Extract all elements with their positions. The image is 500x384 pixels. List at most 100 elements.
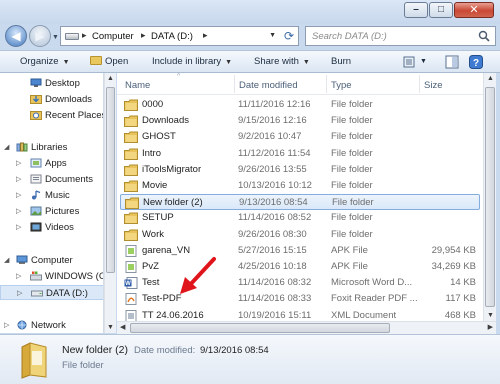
expand-arrow-icon[interactable]: ▷: [16, 272, 21, 280]
scroll-up-icon[interactable]: ▲: [487, 75, 494, 82]
file-name: 0000: [142, 99, 164, 110]
file-row[interactable]: GHOST 9/2/2016 10:47 File folder: [120, 129, 480, 145]
address-history-dropdown[interactable]: ▼: [269, 32, 276, 39]
view-options-icon[interactable]: [402, 54, 418, 70]
file-date-modified: 9/26/2016 08:30: [238, 228, 307, 240]
column-divider[interactable]: [234, 75, 235, 93]
nav-item-apps[interactable]: ▷ Apps: [0, 156, 103, 171]
file-row[interactable]: iToolsMigrator 9/26/2016 13:55 File folder: [120, 162, 480, 178]
open-button[interactable]: Open: [90, 56, 128, 67]
nav-item-desktop[interactable]: Desktop: [0, 76, 103, 91]
column-divider[interactable]: [326, 75, 327, 93]
nav-item-music[interactable]: ▷ Music: [0, 188, 103, 203]
expand-arrow-icon[interactable]: ▷: [16, 223, 21, 231]
file-type: File folder: [331, 212, 373, 224]
scroll-right-icon[interactable]: ▶: [488, 323, 493, 331]
documents-icon: [30, 174, 42, 184]
file-row[interactable]: New folder (2) 9/13/2016 08:54 File folder: [120, 194, 480, 211]
organize-button[interactable]: Organize ▼: [20, 56, 70, 67]
nav-item-computer[interactable]: ◢ Computer: [0, 253, 103, 268]
nav-item-pictures[interactable]: ▷ Pictures: [0, 204, 103, 219]
help-icon[interactable]: ?: [468, 54, 484, 70]
windows-drive-icon: [30, 271, 42, 281]
sort-chevron-icon: ^: [177, 73, 181, 80]
burn-label: Burn: [331, 56, 352, 67]
file-name: iToolsMigrator: [142, 163, 202, 175]
expand-arrow-icon[interactable]: ▷: [16, 159, 21, 167]
forward-button[interactable]: ▶: [29, 25, 51, 47]
desktop-icon: [30, 78, 42, 87]
nav-item-videos[interactable]: ▷ Videos: [0, 220, 103, 235]
close-button[interactable]: ✕: [454, 2, 494, 18]
drive-icon: [31, 290, 43, 297]
file-row[interactable]: Test-PDF 11/14/2016 08:33 Foxit Reader PDF…: [120, 291, 480, 307]
scroll-left-icon[interactable]: ◀: [120, 323, 125, 331]
file-type: File folder: [331, 228, 373, 240]
nav-item-downloads[interactable]: Downloads: [0, 92, 103, 107]
scrollbar-thumb[interactable]: [106, 87, 115, 273]
nav-item-libraries[interactable]: ◢ Libraries: [0, 140, 103, 155]
chevron-down-icon: ▼: [62, 59, 70, 66]
file-row[interactable]: garena_VN 5/27/2016 15:15 APK File 29,954 K…: [120, 243, 480, 259]
scroll-down-icon[interactable]: ▼: [107, 324, 114, 331]
column-header-date-modified[interactable]: Date modified: [239, 80, 298, 91]
file-type: XML Document: [331, 309, 397, 321]
burn-button[interactable]: Burn: [331, 56, 351, 67]
maximize-button[interactable]: □: [429, 2, 453, 18]
scroll-down-icon[interactable]: ▼: [487, 312, 494, 319]
column-header-type[interactable]: Type: [331, 80, 352, 91]
expand-arrow-icon[interactable]: ▷: [4, 321, 9, 329]
nav-item-recent-places[interactable]: Recent Places: [0, 108, 103, 123]
nav-item-label: Apps: [45, 158, 67, 169]
nav-item-documents[interactable]: ▷ Documents: [0, 172, 103, 187]
column-header-name[interactable]: Name: [125, 80, 150, 91]
scroll-up-icon[interactable]: ▲: [107, 75, 114, 82]
file-row[interactable]: W Test 11/14/2016 08:32 Microsoft Word D...…: [120, 275, 480, 291]
expand-arrow-icon[interactable]: ▷: [16, 191, 21, 199]
view-options-dropdown[interactable]: ▼: [420, 58, 427, 65]
nav-item-data-drive[interactable]: ▷ DATA (D:): [0, 285, 103, 300]
breadcrumb-data-drive[interactable]: DATA (D:): [151, 31, 193, 42]
title-bar: – □ ✕: [0, 0, 500, 24]
breadcrumb-computer[interactable]: Computer: [92, 31, 134, 42]
file-date-modified: 11/14/2016 08:33: [238, 293, 312, 305]
back-button[interactable]: ◀: [5, 25, 27, 47]
file-list-vertical-scrollbar[interactable]: ▲ ▼: [483, 73, 496, 321]
collapse-arrow-icon[interactable]: ◢: [4, 256, 9, 264]
include-in-library-button[interactable]: Include in library ▼: [152, 56, 232, 67]
address-bar[interactable]: ▸ Computer ▸ DATA (D:) ▸ ▼ ⟳: [60, 26, 299, 46]
file-list-horizontal-scrollbar[interactable]: ◀ ▶: [117, 321, 496, 334]
breadcrumb-separator-icon[interactable]: ▸: [141, 30, 146, 41]
refresh-icon[interactable]: ⟳: [284, 29, 294, 43]
breadcrumb-separator-icon[interactable]: ▸: [203, 30, 208, 41]
expand-arrow-icon[interactable]: ▷: [17, 289, 22, 297]
file-row[interactable]: 0000 11/11/2016 12:16 File folder: [120, 97, 480, 113]
file-row[interactable]: Intro 11/12/2016 11:54 File folder: [120, 146, 480, 162]
expand-arrow-icon[interactable]: ▷: [16, 207, 21, 215]
breadcrumb-separator-icon[interactable]: ▸: [82, 30, 87, 41]
file-row[interactable]: Downloads 9/15/2016 12:16 File folder: [120, 113, 480, 129]
expand-arrow-icon[interactable]: ▷: [16, 175, 21, 183]
collapse-arrow-icon[interactable]: ◢: [4, 143, 9, 151]
nav-item-network[interactable]: ▷ Network: [0, 318, 103, 333]
file-row[interactable]: PvZ 4/25/2016 10:18 APK File 34,269 KB: [120, 259, 480, 275]
share-with-button[interactable]: Share with ▼: [254, 56, 310, 67]
scrollbar-thumb[interactable]: [485, 87, 495, 307]
file-row[interactable]: SETUP 11/14/2016 08:52 File folder: [120, 210, 480, 226]
search-input[interactable]: Search DATA (D:): [305, 26, 496, 46]
word-document-icon: W: [124, 277, 138, 290]
recent-pages-dropdown[interactable]: ▼: [52, 34, 59, 41]
scrollbar-thumb[interactable]: [130, 323, 390, 333]
preview-pane-icon[interactable]: [444, 54, 460, 70]
navigation-scrollbar[interactable]: ▲ ▼: [104, 73, 116, 333]
file-row[interactable]: Movie 10/13/2016 10:12 File folder: [120, 178, 480, 194]
nav-item-windows-drive[interactable]: ▷ WINDOWS (C:: [0, 269, 103, 284]
file-date-modified: 4/25/2016 10:18: [238, 261, 307, 272]
xml-document-icon: [124, 309, 138, 321]
search-icon[interactable]: [478, 30, 490, 42]
file-row[interactable]: TT 24.06.2016 10/19/2016 15:11 XML Documen…: [120, 308, 480, 321]
file-row[interactable]: Work 9/26/2016 08:30 File folder: [120, 227, 480, 243]
column-header-size[interactable]: Size: [424, 80, 442, 91]
column-divider[interactable]: [419, 75, 420, 93]
minimize-button[interactable]: –: [404, 2, 428, 18]
